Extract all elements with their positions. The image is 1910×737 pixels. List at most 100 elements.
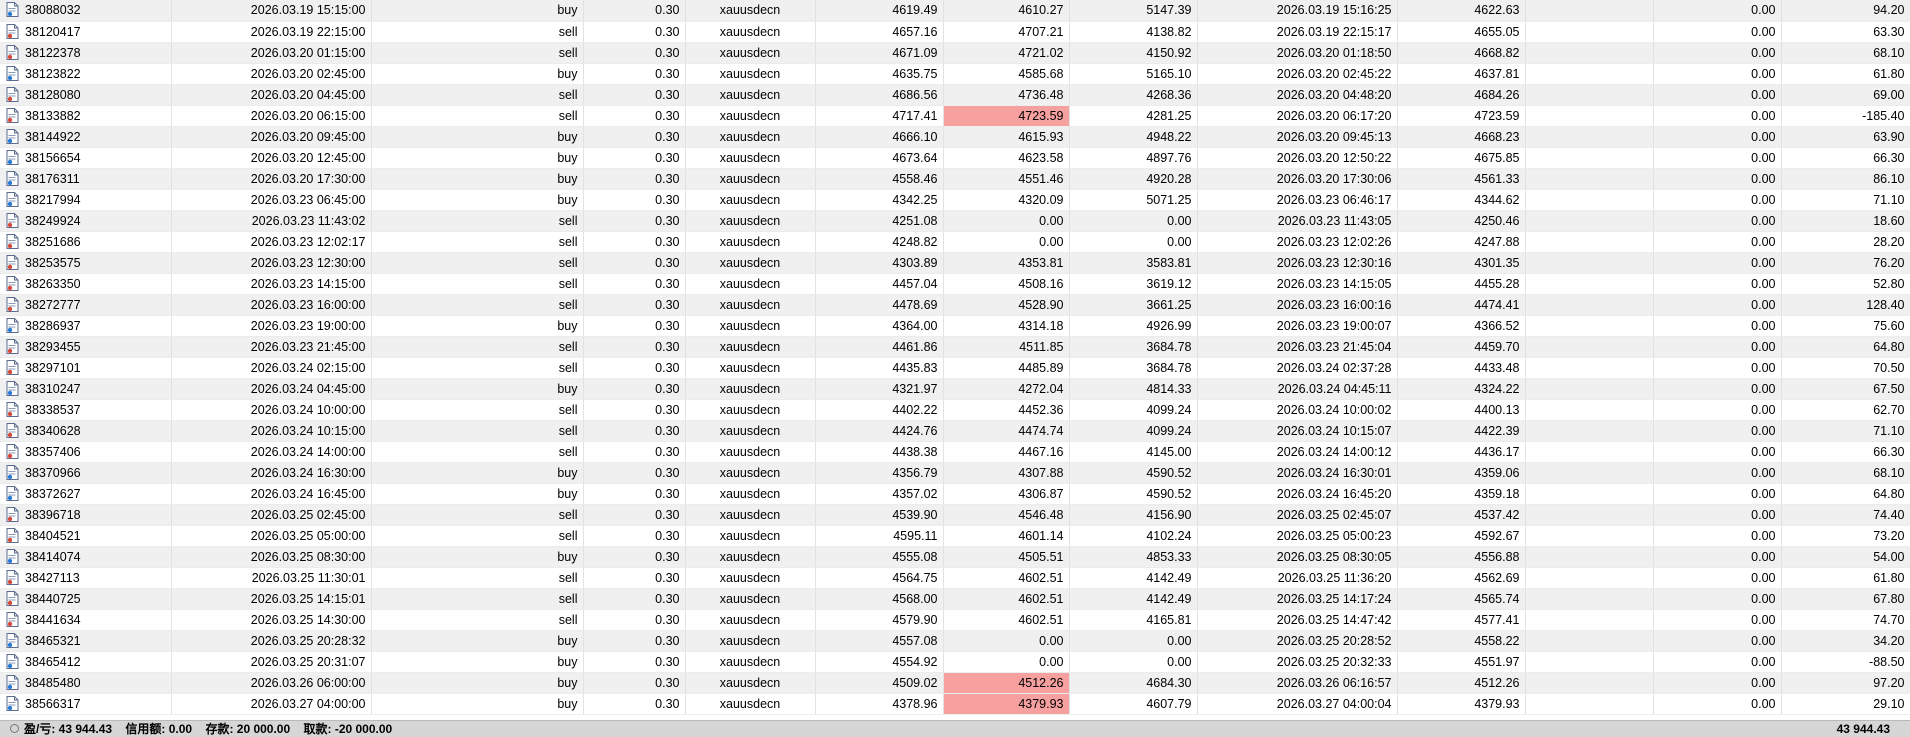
volume-cell: 0.30 <box>583 567 686 589</box>
table-row[interactable]: 38370966 2026.03.24 16:30:00 buy 0.30 xauusd… <box>0 462 1910 484</box>
swap-cell: 0.00 <box>1653 441 1782 463</box>
blank-cell <box>1525 252 1654 274</box>
close-time-cell: 2026.03.20 04:48:20 <box>1197 84 1398 106</box>
open-price-cell: 4438.38 <box>815 441 944 463</box>
table-row[interactable]: 38133882 2026.03.20 06:15:00 sell 0.30 xauus… <box>0 105 1910 127</box>
ticket-doc-icon <box>6 338 19 354</box>
sl-cell: 4585.68 <box>943 63 1070 85</box>
close-price-cell: 4558.22 <box>1397 630 1526 652</box>
table-row[interactable]: 38293455 2026.03.23 21:45:00 sell 0.30 xauus… <box>0 336 1910 358</box>
ticket-number: 38120417 <box>25 24 81 39</box>
volume-cell: 0.30 <box>583 126 686 148</box>
table-row[interactable]: 38217994 2026.03.23 06:45:00 buy 0.30 xauusd… <box>0 189 1910 211</box>
close-time-cell: 2026.03.23 11:43:05 <box>1197 210 1398 232</box>
type-cell: buy <box>371 378 584 400</box>
close-time-cell: 2026.03.23 16:00:16 <box>1197 294 1398 316</box>
table-row[interactable]: 38465412 2026.03.25 20:31:07 buy 0.30 xauusd… <box>0 651 1910 673</box>
blank-cell <box>1525 693 1654 715</box>
table-row[interactable]: 38251686 2026.03.23 12:02:17 sell 0.30 xauus… <box>0 231 1910 253</box>
ticket-cell: 38144922 <box>0 126 172 148</box>
blank-cell <box>1525 630 1654 652</box>
table-row[interactable]: 38566317 2026.03.27 04:00:00 buy 0.30 xauusd… <box>0 693 1910 715</box>
blank-cell <box>1525 336 1654 358</box>
tp-cell: 4920.28 <box>1069 168 1198 190</box>
status-total: 43 944.43 <box>1836 722 1890 736</box>
table-row[interactable]: 38123822 2026.03.20 02:45:00 buy 0.30 xauusd… <box>0 63 1910 85</box>
table-row[interactable]: 38263350 2026.03.23 14:15:00 sell 0.30 xauus… <box>0 273 1910 295</box>
open-price-cell: 4457.04 <box>815 273 944 295</box>
symbol-cell: xauusdecn <box>685 336 816 358</box>
table-row[interactable]: 38427113 2026.03.25 11:30:01 sell 0.30 xauus… <box>0 567 1910 589</box>
table-row[interactable]: 38485480 2026.03.26 06:00:00 buy 0.30 xauusd… <box>0 672 1910 694</box>
table-row[interactable]: 38272777 2026.03.23 16:00:00 sell 0.30 xauus… <box>0 294 1910 316</box>
table-row[interactable]: 38120417 2026.03.19 22:15:00 sell 0.30 xauus… <box>0 21 1910 43</box>
type-cell: sell <box>371 210 584 232</box>
ticket-cell: 38440725 <box>0 588 172 610</box>
sl-cell: 0.00 <box>943 651 1070 673</box>
tp-cell: 0.00 <box>1069 630 1198 652</box>
ticket-cell: 38414074 <box>0 546 172 568</box>
table-row[interactable]: 38396718 2026.03.25 02:45:00 sell 0.30 xauus… <box>0 504 1910 526</box>
close-time-cell: 2026.03.19 22:15:17 <box>1197 21 1398 43</box>
sl-cell: 4528.90 <box>943 294 1070 316</box>
symbol-cell: xauusdecn <box>685 651 816 673</box>
profit-cell: 18.60 <box>1781 210 1910 232</box>
table-row[interactable]: 38414074 2026.03.25 08:30:00 buy 0.30 xauusd… <box>0 546 1910 568</box>
type-cell: buy <box>371 0 584 22</box>
table-row[interactable]: 38440725 2026.03.25 14:15:01 sell 0.30 xauus… <box>0 588 1910 610</box>
tp-cell: 4145.00 <box>1069 441 1198 463</box>
close-price-cell: 4344.62 <box>1397 189 1526 211</box>
symbol-cell: xauusdecn <box>685 189 816 211</box>
sl-cell: 4272.04 <box>943 378 1070 400</box>
ticket-cell: 38176311 <box>0 168 172 190</box>
table-row[interactable]: 38297101 2026.03.24 02:15:00 sell 0.30 xauus… <box>0 357 1910 379</box>
ticket-cell: 38286937 <box>0 315 172 337</box>
open-price-cell: 4557.08 <box>815 630 944 652</box>
ticket-doc-icon <box>6 149 19 165</box>
tp-cell: 5071.25 <box>1069 189 1198 211</box>
profit-cell: 63.30 <box>1781 21 1910 43</box>
ticket-cell: 38310247 <box>0 378 172 400</box>
table-row[interactable]: 38286937 2026.03.23 19:00:00 buy 0.30 xauusd… <box>0 315 1910 337</box>
table-row[interactable]: 38122378 2026.03.20 01:15:00 sell 0.30 xauus… <box>0 42 1910 64</box>
table-row[interactable]: 38144922 2026.03.20 09:45:00 buy 0.30 xauusd… <box>0 126 1910 148</box>
volume-cell: 0.30 <box>583 273 686 295</box>
close-price-cell: 4459.70 <box>1397 336 1526 358</box>
open-time-cell: 2026.03.20 09:45:00 <box>171 126 372 148</box>
open-price-cell: 4657.16 <box>815 21 944 43</box>
tp-cell: 4099.24 <box>1069 420 1198 442</box>
table-row[interactable]: 38372627 2026.03.24 16:45:00 buy 0.30 xauusd… <box>0 483 1910 505</box>
table-row[interactable]: 38176311 2026.03.20 17:30:00 buy 0.30 xauusd… <box>0 168 1910 190</box>
type-cell: sell <box>371 525 584 547</box>
blank-cell <box>1525 189 1654 211</box>
ticket-cell: 38396718 <box>0 504 172 526</box>
tp-cell: 0.00 <box>1069 231 1198 253</box>
tp-cell: 4102.24 <box>1069 525 1198 547</box>
table-row[interactable]: 38128080 2026.03.20 04:45:00 sell 0.30 xauus… <box>0 84 1910 106</box>
table-row[interactable]: 38441634 2026.03.25 14:30:00 sell 0.30 xauus… <box>0 609 1910 631</box>
table-row[interactable]: 38338537 2026.03.24 10:00:00 sell 0.30 xauus… <box>0 399 1910 421</box>
table-row[interactable]: 38253575 2026.03.23 12:30:00 sell 0.30 xauus… <box>0 252 1910 274</box>
tp-cell: 4150.92 <box>1069 42 1198 64</box>
table-row[interactable]: 38465321 2026.03.25 20:28:32 buy 0.30 xauusd… <box>0 630 1910 652</box>
table-row[interactable]: 38088032 2026.03.19 15:15:00 buy 0.30 xauusd… <box>0 0 1910 22</box>
type-cell: buy <box>371 126 584 148</box>
close-price-cell: 4436.17 <box>1397 441 1526 463</box>
open-price-cell: 4248.82 <box>815 231 944 253</box>
sl-cell: 4452.36 <box>943 399 1070 421</box>
table-row[interactable]: 38340628 2026.03.24 10:15:00 sell 0.30 xauus… <box>0 420 1910 442</box>
volume-cell: 0.30 <box>583 357 686 379</box>
table-row[interactable]: 38357406 2026.03.24 14:00:00 sell 0.30 xauus… <box>0 441 1910 463</box>
open-time-cell: 2026.03.24 16:45:00 <box>171 483 372 505</box>
table-row[interactable]: 38404521 2026.03.25 05:00:00 sell 0.30 xauus… <box>0 525 1910 547</box>
blank-cell <box>1525 315 1654 337</box>
ticket-number: 38253575 <box>25 255 81 270</box>
close-time-cell: 2026.03.24 10:15:07 <box>1197 420 1398 442</box>
close-price-cell: 4592.67 <box>1397 525 1526 547</box>
table-row[interactable]: 38310247 2026.03.24 04:45:00 buy 0.30 xauusd… <box>0 378 1910 400</box>
table-row[interactable]: 38249924 2026.03.23 11:43:02 sell 0.30 xauus… <box>0 210 1910 232</box>
profit-cell: 74.40 <box>1781 504 1910 526</box>
ticket-cell: 38217994 <box>0 189 172 211</box>
table-row[interactable]: 38156654 2026.03.20 12:45:00 buy 0.30 xauusd… <box>0 147 1910 169</box>
ticket-cell: 38123822 <box>0 63 172 85</box>
